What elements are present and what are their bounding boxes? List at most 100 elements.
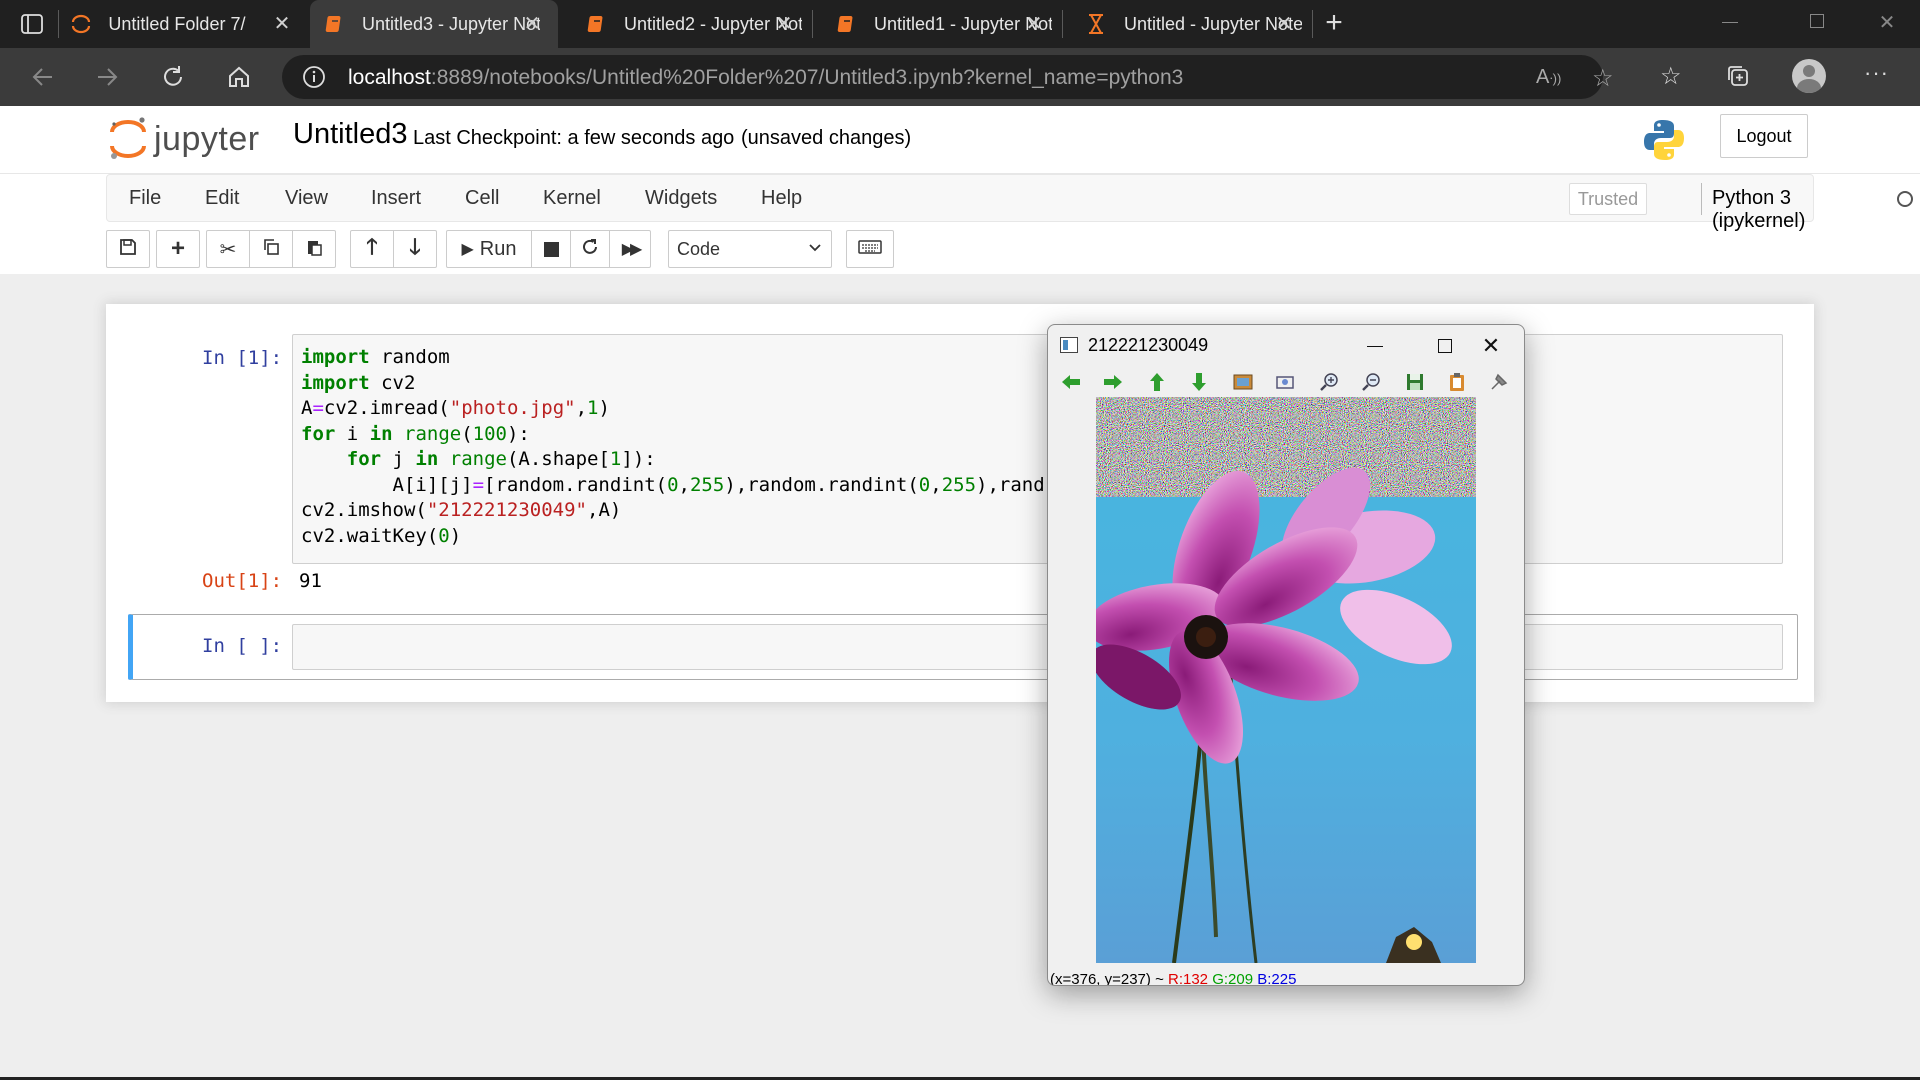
- insert-cell-button[interactable]: +: [156, 230, 200, 268]
- code-line: for j in range(A.shape[1]):: [346, 448, 656, 470]
- input-prompt: In [ ]:: [202, 635, 283, 657]
- cell-output: 91: [299, 570, 322, 592]
- notebook-title[interactable]: Untitled3: [293, 118, 407, 151]
- menu-view[interactable]: View: [285, 187, 328, 210]
- zoom-in-icon[interactable]: [1316, 369, 1342, 395]
- new-tab-icon[interactable]: +: [1318, 8, 1350, 40]
- move-up-button[interactable]: 🡑: [350, 230, 394, 268]
- menu-file[interactable]: File: [129, 187, 161, 210]
- output-prompt: Out[1]:: [202, 570, 283, 592]
- refresh-icon[interactable]: [154, 58, 192, 96]
- zoom-fit-icon[interactable]: [1272, 369, 1298, 395]
- menu-cell[interactable]: Cell: [465, 187, 499, 210]
- forward-icon[interactable]: [88, 58, 126, 96]
- restart-run-all-button[interactable]: ▶▶: [609, 230, 651, 268]
- tab-actions-icon[interactable]: [20, 12, 44, 36]
- close-icon[interactable]: ✕: [270, 12, 294, 36]
- pan-left-icon[interactable]: [1058, 369, 1084, 395]
- minimize-icon[interactable]: [1352, 329, 1398, 363]
- cut-button[interactable]: ✂: [206, 230, 250, 268]
- command-palette-button[interactable]: [846, 230, 894, 268]
- code-line: cv2.waitKey(0): [301, 524, 462, 547]
- opencv-image-window[interactable]: 212221230049 ✕ (x=376, y=237) ~ R:132 G:…: [1047, 324, 1525, 986]
- restart-button[interactable]: [570, 230, 610, 268]
- tab-separator: [812, 10, 813, 38]
- minimize-icon[interactable]: [1722, 22, 1738, 23]
- paste-icon: [305, 238, 323, 261]
- address-bar: localhost:8889/notebooks/Untitled%20Fold…: [0, 48, 1920, 106]
- red-value: R:132: [1168, 971, 1209, 986]
- trusted-indicator[interactable]: Trusted: [1569, 183, 1647, 215]
- pan-down-icon[interactable]: [1186, 369, 1212, 395]
- menu-edit[interactable]: Edit: [205, 187, 239, 210]
- more-options-icon[interactable]: ···: [1864, 60, 1889, 86]
- notebook-icon: [834, 12, 858, 36]
- code-line: cv2.imshow("212221230049",A): [301, 499, 622, 521]
- clipboard-icon[interactable]: [1444, 369, 1470, 395]
- pan-up-icon[interactable]: [1144, 369, 1170, 395]
- notebook-container: In [1]: import random import cv2 A=cv2.imr…: [106, 304, 1814, 702]
- jupyter-logo[interactable]: jupyter: [108, 116, 278, 166]
- properties-icon[interactable]: [1486, 369, 1512, 395]
- menu-insert[interactable]: Insert: [371, 187, 421, 210]
- run-button[interactable]: ▶ Run: [446, 230, 532, 268]
- back-icon[interactable]: [24, 58, 62, 96]
- jupyter-logo-icon: [70, 12, 92, 36]
- collections-icon[interactable]: [1726, 64, 1750, 88]
- kernel-name[interactable]: Python 3 (ipykernel): [1712, 187, 1813, 233]
- copy-button[interactable]: [249, 230, 293, 268]
- profile-avatar[interactable]: [1792, 59, 1826, 93]
- favorites-icon[interactable]: ☆: [1660, 62, 1682, 91]
- close-window-icon[interactable]: ✕: [1876, 10, 1898, 34]
- close-icon[interactable]: ✕: [772, 12, 796, 36]
- url-input[interactable]: localhost:8889/notebooks/Untitled%20Fold…: [282, 55, 1603, 99]
- save-button[interactable]: [106, 230, 150, 268]
- code-cell-editor[interactable]: import random import cv2 A=cv2.imread("pho…: [292, 334, 1783, 564]
- menu-kernel[interactable]: Kernel: [543, 187, 601, 210]
- interrupt-button[interactable]: [531, 230, 571, 268]
- jupyter-header: jupyter Untitled3 Last Checkpoint: a few…: [0, 106, 1920, 174]
- tab-untitled1[interactable]: Untitled1 - Jupyter Noteb ✕: [822, 0, 1060, 48]
- restore-icon[interactable]: [1810, 14, 1824, 28]
- tab-untitled3[interactable]: Untitled3 - Jupyter Noteb ✕: [310, 0, 558, 48]
- cell-type-select[interactable]: Code: [668, 230, 832, 268]
- pan-right-icon[interactable]: [1100, 369, 1126, 395]
- save-icon[interactable]: [1402, 369, 1428, 395]
- tab-separator: [58, 10, 59, 38]
- logout-button[interactable]: Logout: [1720, 114, 1808, 158]
- paste-button[interactable]: [292, 230, 336, 268]
- tab-untitled-folder[interactable]: Untitled Folder 7/ ✕: [70, 0, 308, 48]
- read-aloud-icon[interactable]: Aᐧ)): [1536, 66, 1561, 89]
- url-host: localhost: [348, 66, 431, 89]
- tab-untitled2[interactable]: Untitled2 - Jupyter Noteb ✕: [572, 0, 810, 48]
- url-text: localhost:8889/notebooks/Untitled%20Fold…: [348, 66, 1183, 90]
- cell-type-value: Code: [677, 238, 721, 259]
- zoom-original-icon[interactable]: [1230, 369, 1256, 395]
- tab-separator: [1312, 10, 1313, 38]
- move-down-button[interactable]: 🡓: [393, 230, 437, 268]
- menubar: File Edit View Insert Cell Kernel Widget…: [106, 174, 1913, 232]
- python-logo-icon: [1642, 118, 1686, 162]
- menu-help[interactable]: Help: [761, 187, 802, 210]
- close-icon[interactable]: ✕: [1468, 329, 1514, 363]
- displayed-image[interactable]: [1096, 397, 1476, 963]
- info-icon[interactable]: [302, 65, 326, 89]
- menu-widgets[interactable]: Widgets: [645, 187, 717, 210]
- tab-untitled[interactable]: Untitled - Jupyter Notebo ✕: [1072, 0, 1310, 48]
- add-favorite-icon[interactable]: ☆: [1592, 64, 1614, 93]
- blue-value: B:225: [1257, 971, 1297, 986]
- zoom-out-icon[interactable]: [1358, 369, 1384, 395]
- maximize-icon[interactable]: [1422, 329, 1468, 363]
- autosave-status: (unsaved changes): [741, 127, 912, 149]
- close-icon[interactable]: ✕: [520, 12, 544, 36]
- code-cell-editor[interactable]: [292, 624, 1783, 670]
- home-icon[interactable]: [220, 58, 258, 96]
- close-icon[interactable]: ✕: [1022, 12, 1046, 36]
- save-icon: [119, 238, 137, 261]
- hourglass-icon: [1084, 12, 1108, 36]
- code-line: for i in range(100):: [301, 422, 530, 445]
- arrow-up-icon: 🡑: [366, 234, 378, 259]
- copy-icon: [262, 238, 280, 261]
- close-icon[interactable]: ✕: [1272, 12, 1296, 36]
- pixel-status-bar: (x=376, y=237) ~ R:132 G:209 B:225: [1050, 971, 1297, 986]
